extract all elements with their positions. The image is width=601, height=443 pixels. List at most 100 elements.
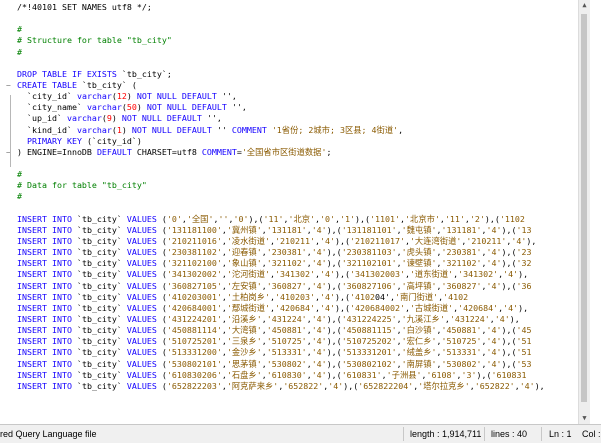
code-token: '九溪江乡' [401, 313, 445, 324]
code-line[interactable]: − CREATE TABLE `tb_city` ( [0, 80, 590, 91]
code-token: '341302' [275, 269, 315, 280]
code-token: '4' [486, 258, 502, 269]
code-token: '420684002' [349, 302, 405, 313]
code-token: '341302003' [349, 269, 405, 280]
scroll-up-arrow-icon[interactable]: ▲ [579, 0, 590, 11]
code-token: ),( [326, 247, 342, 258]
code-token: ),( [476, 369, 492, 380]
code-token: '32 [516, 258, 532, 269]
code-token: 04' [374, 291, 390, 302]
code-token: '左安镇' [226, 280, 262, 291]
code-token: # Structure for table "tb_city" [17, 35, 172, 46]
code-line[interactable]: # [0, 169, 590, 180]
code-line[interactable]: # [0, 24, 590, 35]
code-token: '530802' [266, 358, 307, 369]
code-token: ),( [326, 224, 342, 235]
code-line-text: `kind_id` varchar(1) NOT NULL DEFAULT ''… [17, 125, 403, 136]
code-line[interactable] [0, 158, 590, 169]
code-token: '北京市' [405, 213, 440, 224]
code-line[interactable]: INSERT INTO `tb_city` VALUES ('530802101… [0, 359, 590, 370]
code-line-text: INSERT INTO `tb_city` VALUES ('450881114… [17, 325, 532, 336]
code-token: '北京' [288, 213, 316, 224]
code-token: '白沙镇' [401, 325, 437, 336]
code-line[interactable]: INSERT INTO `tb_city` VALUES ('420684001… [0, 303, 590, 314]
code-token: '4' [319, 269, 335, 280]
code-line[interactable]: INSERT INTO `tb_city` VALUES ('410203001… [0, 292, 590, 303]
code-line-text: INSERT INTO `tb_city` VALUES ('341302002… [17, 269, 528, 280]
code-line-text: # Structure for table "tb_city" [17, 35, 172, 46]
code-line[interactable]: # Structure for table "tb_city" [0, 35, 590, 46]
code-token: '4' [486, 247, 502, 258]
code-line[interactable]: `city_name` varchar(50) NOT NULL DEFAULT… [0, 102, 590, 113]
code-line-text: INSERT INTO `tb_city` VALUES ('420684001… [17, 303, 528, 314]
code-token: '全国省市区街道数据' [241, 146, 327, 157]
code-line[interactable]: INSERT INTO `tb_city` VALUES ('431224201… [0, 314, 590, 325]
code-token: 12 [116, 91, 127, 102]
code-line[interactable]: # [0, 191, 590, 202]
code-token: CHARSET=utf8 [136, 146, 202, 157]
code-line[interactable]: INSERT INTO `tb_city` VALUES ('360827105… [0, 281, 590, 292]
code-token: '321102100' [166, 258, 222, 269]
code-line[interactable]: INSERT INTO `tb_city` VALUES ('341302002… [0, 269, 590, 280]
code-token: varchar [76, 124, 112, 135]
code-token: '210211' [275, 235, 315, 246]
code-token: `tb_city` [76, 291, 127, 302]
code-token: NOT NULL DEFAULT [146, 102, 232, 113]
code-line[interactable]: INSERT INTO `tb_city` VALUES ('0','全国','… [0, 214, 590, 225]
code-line[interactable]: # [0, 47, 590, 58]
code-token: '0' [166, 213, 182, 224]
code-line[interactable]: /*!40101 SET NAMES utf8 */; [0, 2, 590, 13]
code-line-text: INSERT INTO `tb_city` VALUES ('513331200… [17, 347, 532, 358]
code-line[interactable]: INSERT INTO `tb_city` VALUES ('450881114… [0, 325, 590, 336]
code-token: # [17, 24, 22, 35]
code-token: ),( [501, 325, 517, 336]
code-line-text: INSERT INTO `tb_city` VALUES ('410203001… [17, 292, 468, 303]
scroll-down-arrow-icon[interactable]: ▼ [579, 413, 590, 424]
code-line[interactable]: INSERT INTO `tb_city` VALUES ('210211016… [0, 236, 590, 247]
code-line[interactable]: INSERT INTO `tb_city` VALUES ('510725201… [0, 336, 590, 347]
code-token: INSERT INTO [17, 224, 77, 235]
code-token: ),( [326, 369, 342, 380]
code-line[interactable]: INSERT INTO `tb_city` VALUES ('652822203… [0, 381, 590, 392]
code-token: '360827106' [341, 280, 397, 291]
code-line[interactable]: `kind_id` varchar(1) NOT NULL DEFAULT ''… [0, 125, 590, 136]
code-line[interactable]: INSERT INTO `tb_city` VALUES ('131181100… [0, 225, 590, 236]
code-line[interactable]: −) ENGINE=InnoDB DEFAULT CHARSET=utf8 CO… [0, 147, 590, 158]
code-token: '431224225' [341, 313, 397, 324]
code-line-text: ) ENGINE=InnoDB DEFAULT CHARSET=utf8 COM… [17, 147, 331, 158]
code-token: DEFAULT [96, 146, 137, 157]
code-line[interactable] [0, 58, 590, 69]
code-line[interactable]: INSERT INTO `tb_city` VALUES ('321102100… [0, 258, 590, 269]
code-line[interactable] [0, 13, 590, 24]
code-editor[interactable]: /*!40101 SET NAMES utf8 */; # # Structure … [0, 0, 590, 424]
status-column: Col : [582, 429, 601, 439]
code-line[interactable]: PRIMARY KEY (`city_id`) [0, 136, 590, 147]
fold-toggle-icon[interactable]: − [6, 80, 11, 91]
code-line[interactable]: INSERT INTO `tb_city` VALUES ('610830206… [0, 370, 590, 381]
code-line[interactable] [0, 203, 590, 214]
code-line-text: CREATE TABLE `tb_city` ( [17, 80, 137, 91]
status-line-number: Ln : 1 [549, 429, 572, 439]
code-token: '210211017' [349, 235, 405, 246]
code-line-text: /*!40101 SET NAMES utf8 */; [17, 2, 152, 13]
code-token: '道东街道' [409, 269, 454, 280]
code-token: DROP TABLE IF EXISTS [17, 68, 122, 79]
scrollbar-thumb[interactable] [581, 14, 587, 402]
code-line[interactable]: INSERT INTO `tb_city` VALUES ('230381102… [0, 247, 590, 258]
vertical-scrollbar[interactable]: ▲ ▼ [578, 0, 590, 424]
code-token: '513331' [441, 347, 482, 358]
code-line[interactable]: `city_id` varchar(12) NOT NULL DEFAULT '… [0, 91, 590, 102]
code-token: '510725202' [341, 336, 397, 347]
code-token: '450881115' [341, 325, 397, 336]
code-line-text: `city_name` varchar(50) NOT NULL DEFAULT… [17, 102, 247, 113]
code-line[interactable]: DROP TABLE IF EXISTS `tb_city`; [0, 69, 590, 80]
code-token: '131181100' [166, 224, 222, 235]
code-line[interactable]: INSERT INTO `tb_city` VALUES ('513331200… [0, 347, 590, 358]
code-line[interactable]: # Data for table "tb_city" [0, 180, 590, 191]
code-token: '510725201' [166, 336, 222, 347]
code-token: '4' [503, 269, 519, 280]
code-line[interactable]: `up_id` varchar(9) NOT NULL DEFAULT '', [0, 113, 590, 124]
code-token: VALUES [126, 247, 162, 258]
code-line-text: # [17, 24, 22, 35]
code-token: '230381103' [341, 247, 397, 258]
